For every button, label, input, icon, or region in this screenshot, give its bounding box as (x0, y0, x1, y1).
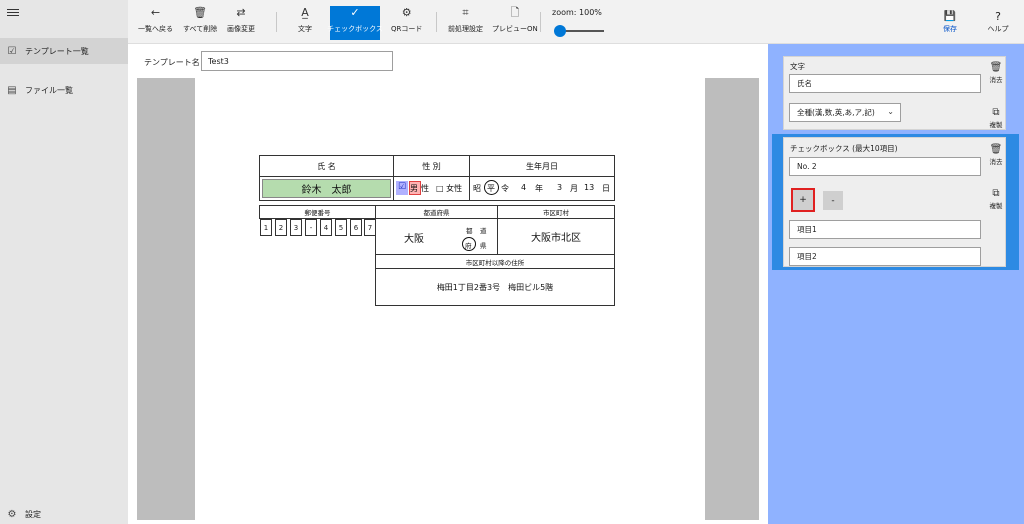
day-unit: 日 (602, 184, 610, 193)
year-unit: 年 (535, 184, 543, 193)
birth-month-value: 3 (557, 183, 563, 192)
document-icon: 🗋 (510, 6, 520, 19)
checkbox-mark-icon: ☑ (398, 182, 407, 192)
hamburger-menu-icon[interactable] (7, 7, 19, 19)
zoom-label: zoom: 100% (552, 8, 602, 17)
trash-icon: 🗑 (193, 6, 208, 19)
crop-icon: ⌗ (462, 6, 469, 19)
prefecture-header: 都道府県 (375, 205, 498, 219)
month-unit: 月 (570, 184, 578, 193)
nav-item-label: ファイル一覧 (25, 85, 73, 95)
text-tool-button[interactable]: A̲ 文字 (298, 6, 312, 40)
postal-digit-box: - (305, 219, 317, 236)
postal-digit-box: 2 (275, 219, 287, 236)
address-value: 梅田1丁目2番3号 梅田ビル5階 (375, 268, 615, 306)
delete-all-button[interactable]: 🗑 すべて削除 (183, 6, 217, 40)
form-birth-header: 生年月日 (469, 155, 615, 177)
city-header: 市区町村 (497, 205, 615, 219)
left-nav: ☑ テンプレート一覧 ▤ ファイル一覧 ⚙ 設定 (0, 0, 128, 524)
toolbar-divider (436, 12, 437, 32)
suffix-ken: 県 (480, 242, 487, 250)
character-type-select[interactable]: 全種(漢,数,英,あ,ア,記) ⌄ (789, 103, 901, 122)
back-to-list-button[interactable]: ← 一覧へ戻る (138, 6, 173, 40)
postal-digit-box: 5 (335, 219, 347, 236)
add-item-button[interactable]: + (791, 188, 815, 212)
trash-icon: 🗑 (989, 144, 1003, 155)
preprocess-settings-button[interactable]: ⌗ 前処理設定 (448, 6, 483, 40)
postal-header: 郵便番号 (259, 205, 376, 219)
city-value: 大阪市北区 (497, 218, 615, 255)
qr-code-tool-button[interactable]: ⚙ QRコード (391, 6, 422, 40)
settings-label: 設定 (25, 509, 41, 519)
text-a-icon: A̲ (301, 6, 309, 19)
qr-code-icon: ⚙ (401, 6, 412, 19)
era-heisei-text: 平 (487, 184, 495, 193)
address-header: 市区町村以降の住所 (375, 254, 615, 269)
checkbox-item-input[interactable]: 項目1 (789, 220, 981, 239)
toolbar-divider (276, 12, 277, 32)
postal-digit-box: 6 (350, 219, 362, 236)
postal-digit-box: 4 (320, 219, 332, 236)
question-icon: ? (995, 10, 1001, 23)
checkbox-card-copy-button[interactable]: ⧉ 複製 (985, 188, 1007, 210)
nav-item-file-list[interactable]: ▤ ファイル一覧 (0, 77, 128, 103)
male-suffix-text: 性 (421, 184, 429, 193)
preview-toggle-button[interactable]: 🗋 プレビューON (492, 6, 538, 40)
toolbar: ← 一覧へ戻る 🗑 すべて削除 ⇄ 画像変更 A̲ 文字 ✓ チェックボックス … (128, 0, 1024, 44)
name-field-region[interactable]: 鈴木 太郎 (262, 179, 391, 198)
postal-digit-box: 3 (290, 219, 302, 236)
checkbox-item-input[interactable]: 項目2 (789, 247, 981, 266)
nav-item-settings[interactable]: ⚙ 設定 (0, 501, 128, 524)
checkbox-tool-button[interactable]: ✓ チェックボックス (327, 6, 383, 40)
help-button[interactable]: ? ヘルプ (986, 10, 1010, 34)
suffix-to: 都 (466, 227, 473, 235)
template-name-input[interactable]: Test3 (201, 51, 393, 71)
trash-icon: 🗑 (989, 62, 1003, 73)
checkmark-icon: ✓ (350, 6, 360, 19)
toolbar-divider (540, 12, 541, 32)
nav-item-label: テンプレート一覧 (25, 46, 89, 56)
checkbox-card-title: チェックボックス (最大10項目) (790, 144, 898, 153)
copy-icon: ⧉ (992, 188, 1000, 199)
gear-icon: ⚙ (7, 508, 17, 520)
arrow-left-icon: ← (150, 6, 161, 19)
copy-icon: ⧉ (992, 107, 1000, 118)
remove-item-button[interactable]: - (823, 191, 843, 210)
zoom-slider-thumb[interactable] (554, 25, 566, 37)
female-text: □ 女性 (436, 184, 463, 193)
nav-item-template-list[interactable]: ☑ テンプレート一覧 (0, 38, 128, 64)
form-name-header: 氏 名 (259, 155, 394, 177)
suffix-do: 道 (480, 227, 487, 235)
prefecture-value: 大阪 (404, 234, 424, 245)
birth-day-value: 13 (584, 183, 595, 192)
template-list-icon: ☑ (7, 45, 17, 57)
file-list-icon: ▤ (7, 84, 17, 96)
text-card-title: 文字 (790, 62, 805, 71)
male-text: 男 (410, 184, 418, 193)
suffix-fu: 府 (465, 242, 472, 250)
save-icon: 💾 (943, 11, 957, 22)
checkbox-card-delete-button[interactable]: 🗑 消去 (985, 144, 1007, 166)
era-reiwa-text: 令 (501, 184, 509, 193)
swap-icon: ⇄ (236, 6, 246, 19)
form-gender-header: 性 別 (393, 155, 470, 177)
text-card-delete-button[interactable]: 🗑 消去 (985, 62, 1007, 84)
checkbox-field-name-input[interactable]: No. 2 (789, 157, 981, 176)
era-showa-text: 昭 (473, 184, 481, 193)
birth-year-value: 4 (521, 183, 527, 192)
text-card-copy-button[interactable]: ⧉ 複製 (985, 107, 1007, 129)
chevron-down-icon: ⌄ (887, 107, 894, 116)
change-image-button[interactable]: ⇄ 画像変更 (227, 6, 255, 40)
postal-digit-box: 1 (260, 219, 272, 236)
character-type-value: 全種(漢,数,英,あ,ア,記) (797, 108, 875, 117)
template-name-label: テンプレート名： (144, 58, 208, 67)
text-field-name-input[interactable]: 氏名 (789, 74, 981, 93)
save-button[interactable]: 💾 保存 (938, 10, 962, 34)
